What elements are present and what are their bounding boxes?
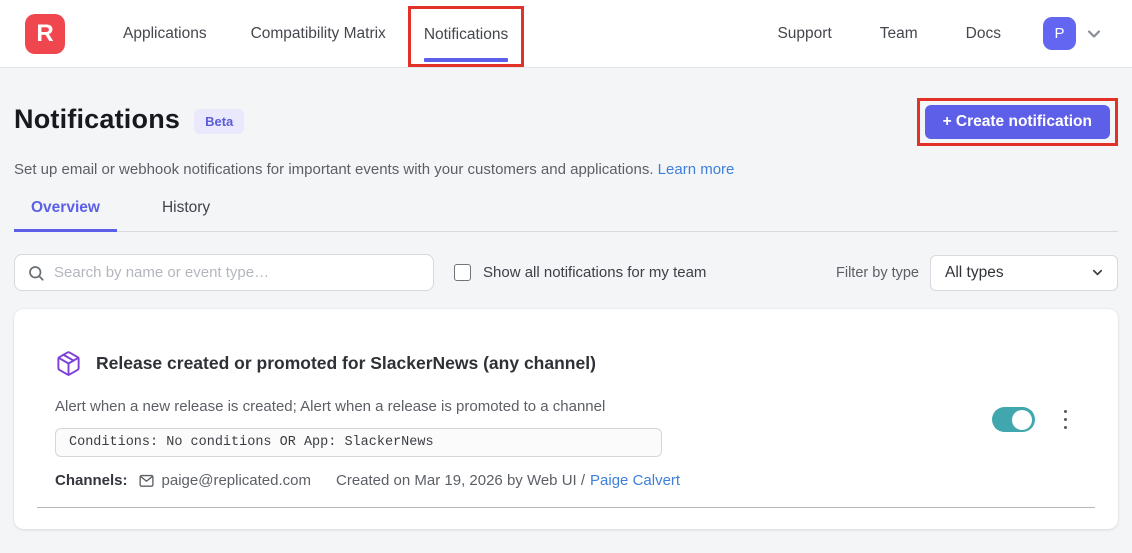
notification-enabled-toggle[interactable] [992,407,1035,432]
show-all-checkbox-group[interactable]: Show all notifications for my team [454,264,706,281]
active-nav-underline [424,58,508,62]
notification-title: Release created or promoted for SlackerN… [96,353,596,374]
created-by-link[interactable]: Paige Calvert [590,472,680,489]
annotation-box-notifications: Notifications [408,6,524,67]
page-subtitle: Set up email or webhook notifications fo… [14,161,1118,178]
subtitle-text: Set up email or webhook notifications fo… [14,161,654,178]
notification-description: Alert when a new release is created; Ale… [55,398,968,415]
replicated-logo[interactable]: R [25,14,65,54]
channel-email: paige@replicated.com [162,472,311,489]
search-icon [27,264,45,282]
page-title-row: Notifications Beta + Create notification [14,104,1118,146]
user-avatar[interactable]: P [1043,17,1076,50]
nav-item-applications[interactable]: Applications [101,0,229,67]
nav-item-compatibility-matrix[interactable]: Compatibility Matrix [229,0,408,67]
filter-row: Show all notifications for my team Filte… [14,254,1118,291]
logo-letter: R [36,20,53,48]
tab-bar: Overview History [14,199,1118,232]
top-navbar: R Applications Compatibility Matrix Noti… [0,0,1132,68]
search-input[interactable] [54,264,421,281]
notification-conditions: Conditions: No conditions OR App: Slacke… [55,428,662,457]
filter-type-selected-value: All types [945,264,1004,282]
chevron-down-icon[interactable] [1084,24,1104,44]
beta-badge: Beta [194,109,244,134]
package-icon [55,350,82,377]
nav-item-notifications[interactable]: Notifications [411,9,521,64]
created-text: Created on Mar 19, 2026 by Web UI / [336,472,585,489]
nav-item-docs[interactable]: Docs [942,25,1025,43]
tab-history[interactable]: History [145,199,227,231]
show-all-checkbox-label: Show all notifications for my team [483,264,706,281]
nav-item-support[interactable]: Support [753,25,855,43]
channels-label: Channels: [55,472,128,489]
card-footer-padding [14,508,1118,529]
secondary-nav: Support Team Docs [753,25,1025,43]
search-box[interactable] [14,254,434,291]
page-title: Notifications [14,104,180,135]
notifications-page: Notifications Beta + Create notification… [0,68,1132,529]
select-chevron-icon [1090,265,1105,280]
filter-by-type-label: Filter by type [836,265,919,281]
kebab-menu-icon[interactable] [1061,405,1071,435]
show-all-checkbox[interactable] [454,264,471,281]
tab-overview[interactable]: Overview [14,199,117,231]
card-controls [992,405,1071,435]
nav-item-team[interactable]: Team [856,25,942,43]
channels-row: Channels: paige@replicated.com Created o… [55,472,968,489]
nav-item-notifications-label: Notifications [424,26,508,44]
annotation-box-create-button: + Create notification [917,98,1118,146]
learn-more-link[interactable]: Learn more [658,161,735,178]
notification-card: Release created or promoted for SlackerN… [14,309,1118,529]
main-nav: Applications Compatibility Matrix Notifi… [101,0,524,67]
create-notification-button[interactable]: + Create notification [925,105,1110,139]
toggle-knob [1012,410,1032,430]
filter-type-select[interactable]: All types [930,255,1118,291]
email-icon [138,472,155,489]
